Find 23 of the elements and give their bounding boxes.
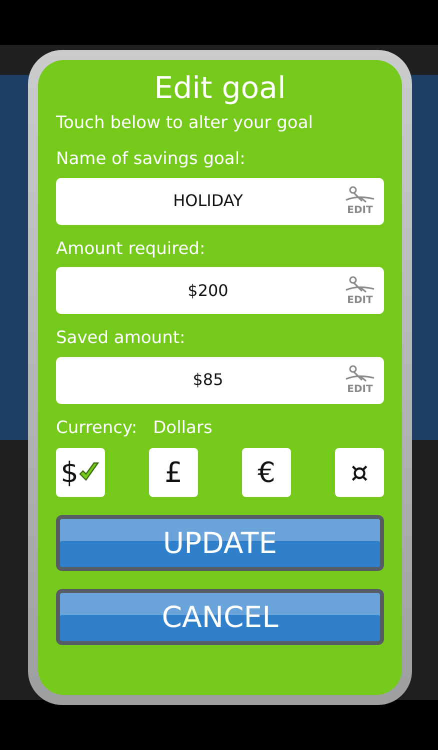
input-field[interactable]: HOLIDAY EDIT xyxy=(56,178,384,225)
currency-button[interactable]: $ xyxy=(56,448,105,497)
input-field[interactable]: $85 EDIT xyxy=(56,356,384,404)
instruction-text: Touch below to alter your goal xyxy=(56,113,314,134)
dialog-button[interactable]: CANCEL xyxy=(56,588,384,645)
currency-button[interactable]: € xyxy=(242,448,291,497)
field-value: HOLIDAY xyxy=(172,190,244,212)
dialog-button[interactable]: UPDATE xyxy=(56,514,384,571)
currency-label: Currency: xyxy=(56,418,138,438)
currency-button[interactable]: ¤ xyxy=(335,448,384,497)
field-label: Amount required: xyxy=(56,238,206,260)
check-icon xyxy=(78,461,100,484)
field-label: Saved amount: xyxy=(56,328,186,349)
currency-button[interactable]: £ xyxy=(149,448,198,497)
field-value: $85 xyxy=(192,369,224,392)
field-value: $200 xyxy=(186,280,230,302)
input-field[interactable]: $200 EDIT xyxy=(56,267,384,314)
edit-label: EDIT xyxy=(347,296,373,306)
edit-label: EDIT xyxy=(347,385,373,396)
dialog-title: Edit goal xyxy=(153,72,287,105)
edit-label: EDIT xyxy=(347,206,373,216)
field-label: Name of savings goal: xyxy=(56,149,246,170)
currency-value: Dollars xyxy=(153,418,212,438)
